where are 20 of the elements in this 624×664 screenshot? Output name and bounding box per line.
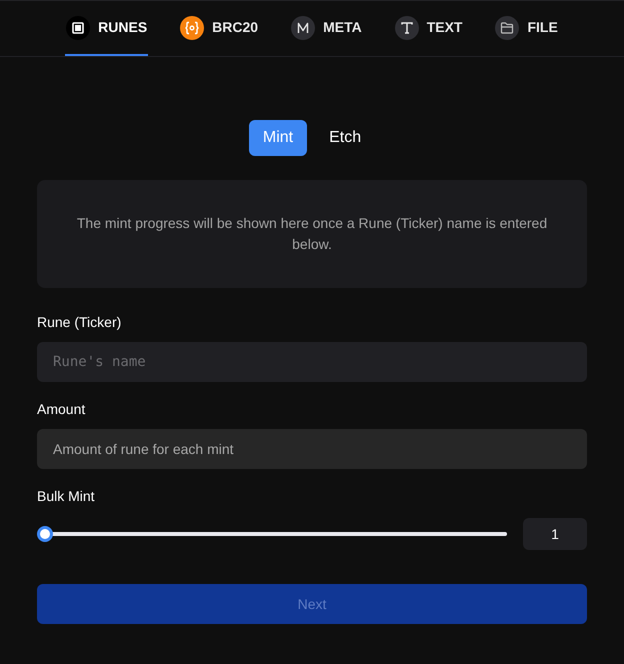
quantity-field[interactable]: 1 bbox=[523, 518, 587, 550]
field-label: Bulk Mint bbox=[37, 487, 96, 506]
nav-tab[interactable]: BRC20 bbox=[179, 1, 260, 56]
braces-icon bbox=[180, 16, 204, 40]
input-field[interactable]: Amount of rune for each mint bbox=[37, 429, 587, 469]
letter-m-icon bbox=[291, 16, 316, 40]
nav-tab[interactable]: TEXT bbox=[394, 1, 464, 56]
info-text: The mint progress will be shown here once a Rune (Ticker) name is entered below. bbox=[76, 214, 548, 254]
nav-tab[interactable]: META bbox=[290, 1, 363, 56]
input-field[interactable]: Rune's name bbox=[37, 342, 587, 382]
mode-tab[interactable]: Etch bbox=[315, 120, 376, 156]
nav-tab[interactable]: RUNES bbox=[65, 1, 148, 56]
folder-icon bbox=[495, 16, 520, 40]
nav-tab[interactable]: FILE bbox=[494, 1, 559, 56]
slider-track[interactable] bbox=[37, 526, 507, 542]
mode-tab[interactable]: Mint bbox=[248, 120, 308, 156]
letter-t-icon bbox=[394, 16, 419, 40]
slider-thumb[interactable] bbox=[37, 526, 53, 542]
field-label: Rune (Ticker) bbox=[37, 313, 122, 332]
field-label: Amount bbox=[37, 400, 86, 419]
